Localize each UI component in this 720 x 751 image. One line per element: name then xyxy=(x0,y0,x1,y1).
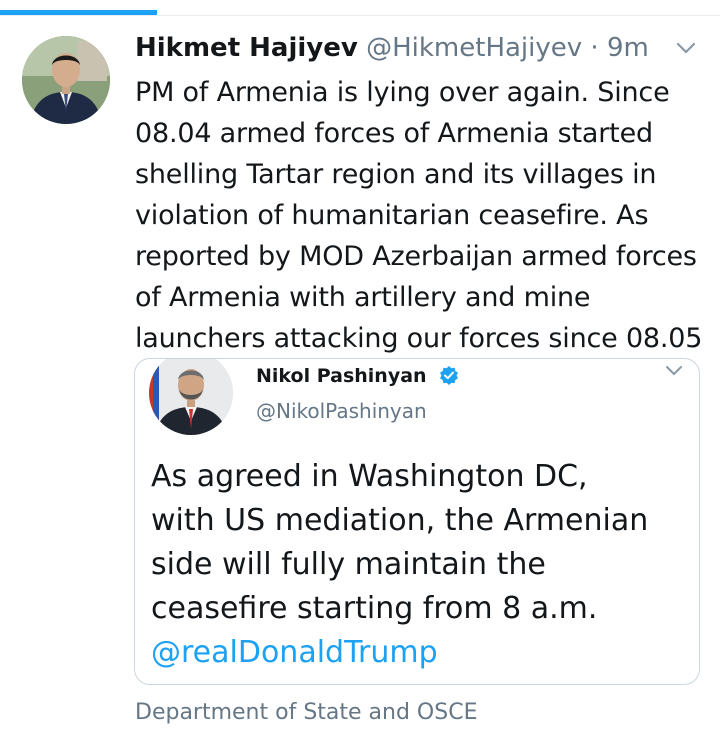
quoted-author-avatar-image xyxy=(149,359,233,435)
tweet-text-line: reported by MOD Azerbaijan armed forces xyxy=(135,241,697,272)
tweet-menu-button[interactable] xyxy=(672,38,700,58)
tweet-text-line: violation of humanitarian ceasefire. As xyxy=(135,200,649,231)
tweet-text: PM of Armenia is lying over again. Since… xyxy=(135,72,710,359)
chevron-down-icon xyxy=(666,366,682,375)
tweet-timestamp[interactable]: 9m xyxy=(607,33,649,63)
tweet-text-line: of Armenia with artillery and mine xyxy=(135,282,591,313)
entity-tag[interactable]: Department of State and OSCE xyxy=(135,700,477,725)
top-tab-bar xyxy=(0,0,720,16)
active-tab-indicator xyxy=(0,10,157,15)
chevron-down-icon xyxy=(676,42,696,54)
quoted-author-handle[interactable]: @NikolPashinyan xyxy=(256,399,427,423)
quoted-author-name-row[interactable]: Nikol Pashinyan xyxy=(256,365,459,390)
tweet-header: Hikmet Hajiyev @HikmetHajiyev · 9m xyxy=(135,30,695,66)
author-avatar-image xyxy=(22,36,110,124)
verified-badge-icon xyxy=(439,365,459,390)
tweet-text-line: 08.04 armed forces of Armenia started xyxy=(135,118,653,149)
tweet-text-line: launchers attacking our forces since 08.… xyxy=(135,323,703,354)
quoted-tweet-card[interactable]: Nikol Pashinyan @NikolPashinyan As agree… xyxy=(134,358,700,685)
author-handle[interactable]: @HikmetHajiyev xyxy=(366,33,582,63)
quoted-text-line: As agreed in Washington DC, xyxy=(151,459,588,494)
quoted-tweet-text: As agreed in Washington DC, with US medi… xyxy=(151,455,691,675)
quoted-text-line: ceasefire starting from 8 a.m. xyxy=(151,591,598,626)
header-separator: · xyxy=(590,33,599,63)
author-name[interactable]: Hikmet Hajiyev xyxy=(135,33,358,63)
tweet-text-line: shelling Tartar region and its villages … xyxy=(135,159,657,190)
quoted-text-line: with US mediation, the Armenian xyxy=(151,503,649,538)
tweet-screen: Hikmet Hajiyev @HikmetHajiyev · 9m PM of… xyxy=(0,0,720,751)
mention-link[interactable]: @realDonaldTrump xyxy=(151,631,691,675)
quoted-text-line: side will fully maintain the xyxy=(151,547,546,582)
quoted-author-avatar[interactable] xyxy=(149,359,233,435)
tweet-text-line: PM of Armenia is lying over again. Since xyxy=(135,77,670,108)
author-avatar[interactable] xyxy=(22,36,110,124)
quoted-tweet-menu-button[interactable] xyxy=(663,363,685,379)
quoted-author-name[interactable]: Nikol Pashinyan xyxy=(256,365,427,387)
